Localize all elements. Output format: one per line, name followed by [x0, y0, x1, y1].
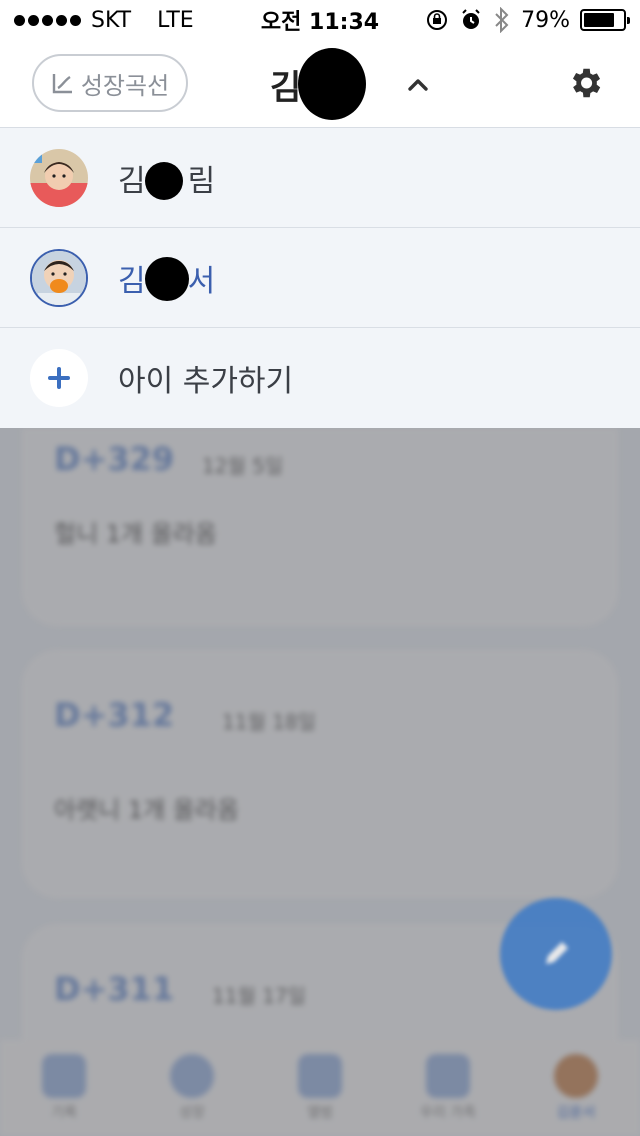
redaction-mark: [145, 162, 183, 200]
card-text: 헐니 1개 올라옴: [54, 520, 218, 548]
card-day: D+329: [54, 440, 175, 478]
tab-label: 앨범: [307, 1105, 333, 1121]
battery-percent: 79%: [521, 7, 570, 33]
bluetooth-icon: [495, 7, 509, 33]
page-title: 김: [270, 68, 302, 108]
card-text: 아랫니 1개 올라옴: [54, 796, 240, 824]
growth-chart-button[interactable]: 성장곡선: [32, 54, 188, 112]
timeline-content: D+329 12월 5일 헐니 1개 올라옴 D+312 11월 18일 아랫니…: [0, 428, 640, 1136]
status-bar: SKT LTE 오전 11:34 79%: [0, 0, 640, 40]
pencil-icon: [546, 942, 568, 964]
tab-label: 우리 가족: [420, 1105, 476, 1121]
battery-fill: [584, 13, 615, 27]
tab-bar: 기록 성장 앨범 우리 가족 김윤서: [0, 1040, 640, 1136]
add-child-button[interactable]: [30, 349, 88, 407]
network-label: LTE: [157, 7, 194, 33]
card-day: D+311: [54, 970, 175, 1008]
card-date: 11월 18일: [222, 710, 317, 734]
growth-chart-label: 성장곡선: [80, 71, 170, 100]
tab-label: 성장: [179, 1105, 205, 1121]
gallery-icon: [298, 1054, 342, 1098]
redaction-mark: [145, 257, 189, 301]
alarm-icon: [462, 9, 480, 29]
plus-icon: [48, 367, 70, 389]
tab-profile[interactable]: 김윤서: [531, 1054, 621, 1122]
tab-label: 김윤서: [556, 1105, 596, 1121]
battery-icon: [580, 9, 630, 31]
status-right: 79%: [425, 7, 630, 33]
card-day: D+312: [54, 696, 175, 734]
redaction-mark: [298, 48, 366, 120]
tab-record[interactable]: 기록: [19, 1054, 109, 1122]
baby-boy-avatar: [30, 248, 88, 307]
alarm-icon: [42, 1054, 86, 1098]
add-child-label: 아이 추가하기: [118, 364, 294, 399]
add-child-item[interactable]: 아이 추가하기: [0, 328, 640, 428]
carrier-label: SKT: [91, 7, 132, 33]
card-date: 12월 5일: [202, 454, 284, 478]
gear-icon[interactable]: [566, 64, 604, 102]
write-button[interactable]: [500, 898, 612, 1010]
signal-strength-icon: [14, 14, 81, 26]
timeline-card: D+329 12월 5일 헐니 1개 올라옴: [22, 428, 618, 626]
chart-icon: [52, 74, 72, 94]
rotation-lock-icon: [427, 10, 448, 30]
avatar-icon: [554, 1054, 598, 1098]
status-left: SKT LTE: [14, 8, 194, 33]
tab-label: 기록: [51, 1105, 77, 1121]
card-date: 11월 17일: [212, 984, 307, 1008]
chart-icon: [170, 1054, 214, 1098]
child-item-1[interactable]: 김림: [0, 128, 640, 228]
child-item-2[interactable]: 김서: [0, 228, 640, 328]
tab-album[interactable]: 앨범: [275, 1054, 365, 1122]
tab-growth[interactable]: 성장: [147, 1054, 237, 1122]
home-icon: [426, 1054, 470, 1098]
tab-family[interactable]: 우리 가족: [403, 1054, 493, 1122]
baby-girl-avatar: [30, 148, 88, 207]
child-dropdown: 김림 김서 아이 추가하기: [0, 128, 640, 428]
timeline-card: D+312 11월 18일 아랫니 1개 올라옴: [22, 650, 618, 898]
chevron-up-icon[interactable]: [407, 74, 429, 96]
